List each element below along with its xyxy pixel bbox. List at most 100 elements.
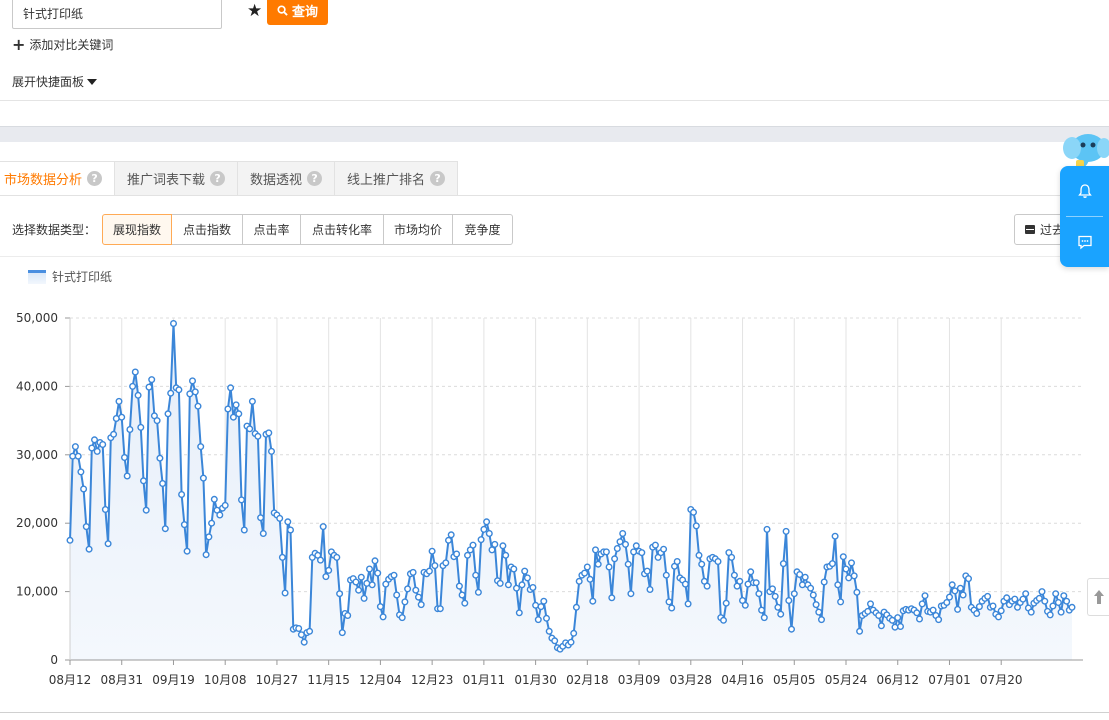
help-icon[interactable]: ? — [430, 171, 446, 186]
data-point[interactable] — [975, 603, 983, 611]
data-point[interactable] — [224, 405, 232, 413]
data-point[interactable] — [632, 542, 640, 550]
data-point[interactable] — [322, 573, 330, 581]
expand-quick-panel-toggle[interactable]: 展开快捷面板 — [12, 73, 98, 90]
data-point[interactable] — [534, 616, 542, 624]
data-point[interactable] — [431, 562, 439, 570]
data-point[interactable] — [1019, 595, 1027, 603]
data-point[interactable] — [570, 629, 578, 637]
data-point[interactable] — [178, 490, 186, 498]
data-point[interactable] — [916, 615, 924, 623]
data-point[interactable] — [199, 474, 207, 482]
search-button[interactable]: 查询 — [267, 0, 328, 25]
data-point[interactable] — [572, 603, 580, 611]
data-point[interactable] — [619, 529, 627, 537]
tab-market-data-analysis[interactable]: 市场数据分析 ? — [0, 161, 116, 195]
data-point[interactable] — [491, 540, 499, 548]
data-point[interactable] — [1060, 592, 1068, 600]
data-point[interactable] — [815, 608, 823, 616]
data-point[interactable] — [690, 508, 698, 516]
notification-button[interactable] — [1060, 166, 1109, 216]
data-point[interactable] — [665, 598, 673, 606]
data-point[interactable] — [592, 546, 600, 554]
data-point[interactable] — [458, 591, 466, 599]
data-point[interactable] — [864, 607, 872, 615]
data-point[interactable] — [169, 320, 177, 328]
data-point[interactable] — [85, 545, 93, 553]
data-point[interactable] — [104, 540, 112, 548]
data-point[interactable] — [210, 495, 218, 503]
data-point[interactable] — [897, 623, 905, 631]
data-point[interactable] — [681, 580, 689, 588]
data-point[interactable] — [71, 443, 79, 451]
data-point[interactable] — [74, 452, 82, 460]
data-point[interactable] — [850, 572, 858, 580]
data-point[interactable] — [229, 413, 237, 421]
data-point[interactable] — [973, 610, 981, 618]
data-point[interactable] — [684, 600, 692, 608]
star-icon[interactable]: ★ — [247, 2, 262, 20]
data-point[interactable] — [488, 546, 496, 554]
chat-button[interactable] — [1060, 217, 1109, 267]
data-point[interactable] — [474, 588, 482, 596]
data-point[interactable] — [954, 605, 962, 613]
data-point[interactable] — [287, 526, 295, 534]
data-point[interactable] — [651, 541, 659, 549]
data-point[interactable] — [1049, 602, 1057, 610]
data-point[interactable] — [455, 582, 463, 590]
data-point[interactable] — [360, 594, 368, 602]
data-point[interactable] — [856, 627, 864, 635]
data-point[interactable] — [153, 417, 161, 425]
data-point[interactable] — [227, 384, 235, 392]
data-point[interactable] — [518, 581, 526, 589]
data-point[interactable] — [159, 479, 167, 487]
data-point[interactable] — [284, 518, 292, 526]
help-icon[interactable]: ? — [210, 171, 226, 186]
data-point[interactable] — [894, 614, 902, 622]
add-compare-keyword-link[interactable]: + 添加对比关键词 — [12, 36, 113, 53]
data-point[interactable] — [747, 568, 755, 576]
data-point[interactable] — [1068, 603, 1076, 611]
data-point[interactable] — [1054, 599, 1062, 607]
data-point[interactable] — [390, 571, 398, 579]
data-point[interactable] — [93, 447, 101, 455]
data-point[interactable] — [137, 423, 145, 431]
data-type-competition[interactable]: 竞争度 — [453, 214, 513, 245]
data-point[interactable] — [398, 614, 406, 622]
data-point[interactable] — [959, 591, 967, 599]
data-point[interactable] — [265, 429, 273, 437]
data-point[interactable] — [845, 574, 853, 582]
data-point[interactable] — [828, 560, 836, 568]
data-point[interactable] — [551, 637, 559, 645]
data-point[interactable] — [662, 571, 670, 579]
data-point[interactable] — [352, 578, 360, 586]
data-point[interactable] — [447, 531, 455, 539]
data-point[interactable] — [523, 574, 531, 582]
data-point[interactable] — [194, 402, 202, 410]
data-point[interactable] — [409, 568, 417, 576]
data-type-conversion[interactable]: 点击转化率 — [301, 214, 384, 245]
data-point[interactable] — [464, 551, 472, 559]
data-point[interactable] — [831, 532, 839, 540]
data-point[interactable] — [812, 601, 820, 609]
data-point[interactable] — [90, 436, 98, 444]
help-icon[interactable]: ? — [307, 171, 323, 186]
data-point[interactable] — [575, 577, 583, 585]
data-point[interactable] — [118, 413, 126, 421]
data-point[interactable] — [801, 573, 809, 581]
data-point[interactable] — [537, 603, 545, 611]
data-point[interactable] — [929, 606, 937, 614]
data-point[interactable] — [965, 575, 973, 583]
data-point[interactable] — [624, 560, 632, 568]
data-point[interactable] — [333, 553, 341, 561]
data-point[interactable] — [875, 612, 883, 620]
data-point[interactable] — [240, 526, 248, 534]
tab-data-pivot[interactable]: 数据透视 ? — [238, 161, 336, 195]
data-point[interactable] — [543, 614, 551, 622]
data-point[interactable] — [306, 627, 314, 635]
data-point[interactable] — [611, 555, 619, 563]
data-point[interactable] — [567, 638, 575, 646]
data-point[interactable] — [325, 566, 333, 574]
data-point[interactable] — [257, 514, 265, 522]
chart-legend[interactable]: 针式打印纸 — [28, 268, 112, 285]
